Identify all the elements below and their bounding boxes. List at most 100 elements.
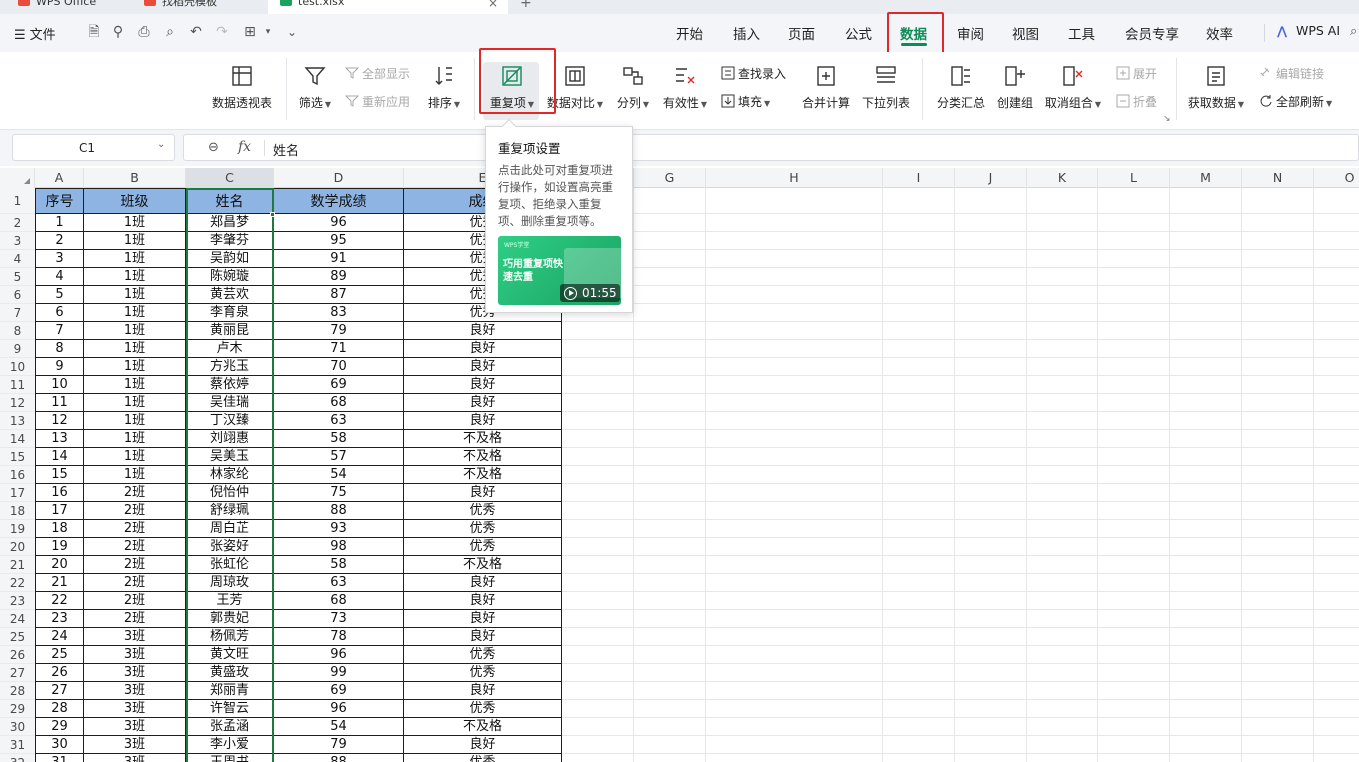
empty-cell[interactable] [1242,394,1314,412]
empty-cell[interactable] [1170,448,1242,466]
empty-cell[interactable] [1098,646,1170,664]
empty-cell[interactable] [1314,592,1359,610]
table-cell[interactable]: 2班 [84,502,186,520]
empty-cell[interactable] [1170,358,1242,376]
empty-cell[interactable] [1170,520,1242,538]
empty-cell[interactable] [1242,628,1314,646]
empty-cell[interactable] [955,610,1027,628]
empty-cell[interactable] [1027,646,1098,664]
empty-cell[interactable] [1098,466,1170,484]
show-all-button[interactable]: 全部显示 [345,65,410,83]
empty-cell[interactable] [562,484,634,502]
empty-cell[interactable] [1314,556,1359,574]
empty-cell[interactable] [955,340,1027,358]
empty-cell[interactable] [706,538,883,556]
empty-cell[interactable] [1170,250,1242,268]
table-cell[interactable]: 良好 [404,394,562,412]
empty-cell[interactable] [634,376,706,394]
empty-cell[interactable] [562,430,634,448]
empty-cell[interactable] [706,736,883,754]
wps-ai-button[interactable]: WPS AI [1296,23,1340,38]
table-cell[interactable]: 优秀 [404,520,562,538]
empty-cell[interactable] [955,358,1027,376]
column-header-c[interactable]: C [186,168,274,188]
table-cell[interactable]: 2 [35,232,84,250]
table-cell[interactable]: 张孟涵 [186,718,274,736]
table-cell[interactable]: 良好 [404,484,562,502]
empty-cell[interactable] [1027,214,1098,232]
file-menu[interactable]: ☰ 文件 [14,24,56,43]
close-tab-icon[interactable]: × [488,0,498,10]
formula-content[interactable]: 姓名 [273,140,299,159]
create-group-button[interactable]: 创建组 [993,64,1037,111]
table-cell[interactable]: 不及格 [404,448,562,466]
reapply-button[interactable]: 重新应用 [345,93,410,111]
empty-cell[interactable] [955,556,1027,574]
row-header[interactable]: 11 [0,376,35,394]
empty-cell[interactable] [634,520,706,538]
empty-cell[interactable] [1242,700,1314,718]
table-cell[interactable]: 19 [35,538,84,556]
empty-cell[interactable] [883,664,955,682]
empty-cell[interactable] [1242,340,1314,358]
table-cell[interactable]: 26 [35,664,84,682]
table-cell[interactable]: 李育泉 [186,304,274,322]
table-cell[interactable]: 2班 [84,610,186,628]
empty-cell[interactable] [883,718,955,736]
row-header[interactable]: 19 [0,520,35,538]
empty-cell[interactable] [883,250,955,268]
table-cell[interactable]: 王芳 [186,592,274,610]
empty-cell[interactable] [1027,610,1098,628]
empty-cell[interactable] [955,304,1027,322]
table-cell[interactable]: 17 [35,502,84,520]
empty-cell[interactable] [1170,736,1242,754]
row-header[interactable]: 1 [0,188,35,214]
empty-cell[interactable] [706,430,883,448]
empty-cell[interactable] [1170,556,1242,574]
empty-cell[interactable] [634,340,706,358]
empty-cell[interactable] [1027,188,1098,214]
empty-cell[interactable] [883,466,955,484]
validity-button[interactable]: 有效性 ▼ [660,64,710,111]
empty-cell[interactable] [1170,700,1242,718]
empty-cell[interactable] [1027,322,1098,340]
empty-cell[interactable] [562,682,634,700]
table-cell[interactable]: 78 [274,628,404,646]
table-cell[interactable]: 良好 [404,574,562,592]
tutorial-video-thumbnail[interactable]: WPS学堂 巧用重复项快速去重 01:55 [498,236,621,305]
empty-cell[interactable] [955,700,1027,718]
empty-cell[interactable] [1314,412,1359,430]
empty-cell[interactable] [883,268,955,286]
table-cell[interactable]: 1班 [84,340,186,358]
empty-cell[interactable] [955,188,1027,214]
table-cell[interactable]: 21 [35,574,84,592]
table-cell[interactable]: 蔡依婷 [186,376,274,394]
empty-cell[interactable] [706,376,883,394]
table-cell[interactable]: 83 [274,304,404,322]
empty-cell[interactable] [634,502,706,520]
empty-cell[interactable] [1098,574,1170,592]
empty-cell[interactable] [1314,232,1359,250]
tab-home[interactable]: 开始 [676,23,703,43]
undo-icon[interactable]: ↶ [188,24,204,40]
table-cell[interactable]: 9 [35,358,84,376]
empty-cell[interactable] [1242,322,1314,340]
table-cell[interactable]: 54 [274,718,404,736]
empty-cell[interactable] [1170,610,1242,628]
empty-cell[interactable] [706,304,883,322]
empty-cell[interactable] [1170,376,1242,394]
row-header[interactable]: 20 [0,538,35,556]
table-cell[interactable]: 优秀 [404,646,562,664]
empty-cell[interactable] [1314,484,1359,502]
table-cell[interactable]: 68 [274,592,404,610]
empty-cell[interactable] [562,700,634,718]
table-cell[interactable]: 许智云 [186,700,274,718]
table-cell[interactable]: 24 [35,628,84,646]
empty-cell[interactable] [706,718,883,736]
table-cell[interactable]: 73 [274,610,404,628]
empty-cell[interactable] [1242,286,1314,304]
empty-cell[interactable] [562,448,634,466]
empty-cell[interactable] [1242,556,1314,574]
table-cell[interactable]: 1班 [84,448,186,466]
empty-cell[interactable] [883,286,955,304]
